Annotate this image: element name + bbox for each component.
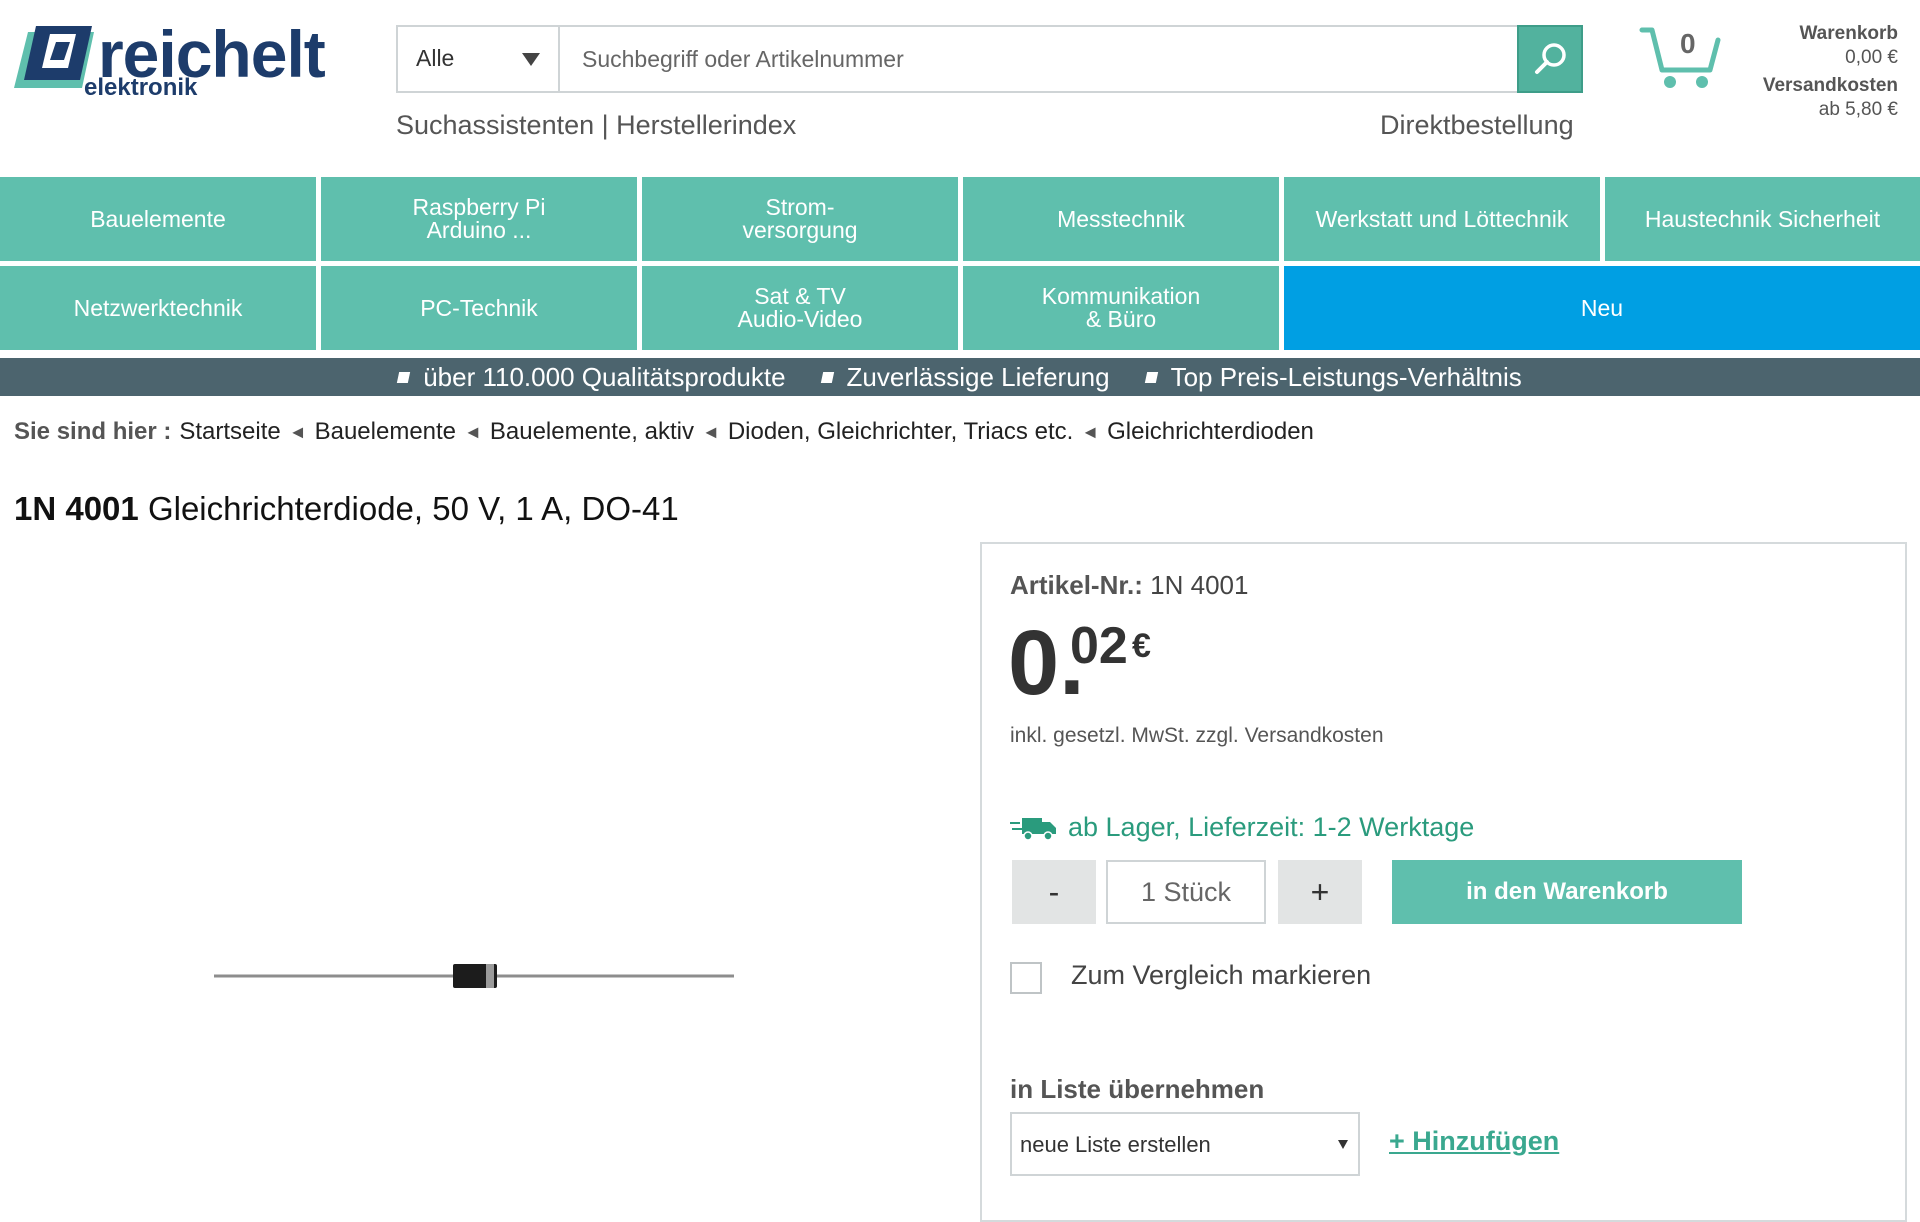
- category-raspberry-arduino[interactable]: Raspberry Pi Arduino ...: [321, 177, 637, 261]
- breadcrumb-item[interactable]: Startseite: [179, 418, 280, 446]
- product-image[interactable]: [210, 960, 740, 990]
- quantity-field[interactable]: 1 Stück: [1106, 860, 1266, 924]
- list-select[interactable]: neue Liste erstellen: [1010, 1112, 1360, 1176]
- usp-text: Zuverlässige Lieferung: [846, 361, 1110, 392]
- cart-label: Warenkorb: [1799, 23, 1898, 44]
- breadcrumb-item[interactable]: Dioden, Gleichrichter, Triacs etc.: [728, 418, 1073, 446]
- product-description: Gleichrichterdiode, 50 V, 1 A, DO-41: [147, 490, 679, 527]
- compare-label[interactable]: Zum Vergleich markieren: [1071, 960, 1371, 991]
- category-neu[interactable]: Neu: [1284, 266, 1920, 350]
- stock-text: ab Lager, Lieferzeit: 1-2 Werktage: [1068, 812, 1475, 842]
- category-stromversorgung[interactable]: Strom- versorgung: [642, 177, 958, 261]
- list-section-title: in Liste übernehmen: [1010, 1074, 1265, 1104]
- vat-note: inkl. gesetzl. MwSt. zzgl. Versandkosten: [1010, 724, 1384, 747]
- category-werkstatt[interactable]: Werkstatt und Löttechnik: [1284, 177, 1600, 261]
- search-category-label: Alle: [416, 45, 455, 71]
- bullet-icon: [397, 371, 411, 383]
- price-decimal: 02: [1070, 617, 1128, 675]
- usp-text: über 110.000 Qualitätsprodukte: [423, 361, 786, 392]
- list-select-value: neue Liste erstellen: [1020, 1132, 1211, 1157]
- quantity-increase-button[interactable]: +: [1278, 860, 1362, 924]
- product-code: 1N 4001: [14, 490, 139, 527]
- category-netzwerktechnik[interactable]: Netzwerktechnik: [0, 266, 316, 350]
- cart-total: 0,00 €: [1845, 47, 1898, 68]
- breadcrumb-lead: Sie sind hier :: [14, 418, 172, 445]
- link-divider: |: [601, 110, 609, 140]
- usp-text: Top Preis-Leistungs-Verhältnis: [1170, 361, 1522, 392]
- bullet-icon: [1144, 371, 1158, 383]
- category-sat-tv[interactable]: Sat & TV Audio-Video: [642, 266, 958, 350]
- article-number: Artikel-Nr.: 1N 4001: [1010, 570, 1248, 601]
- breadcrumb-item[interactable]: Gleichrichterdioden: [1107, 418, 1314, 446]
- cart-count-badge: 0: [1680, 28, 1696, 59]
- breadcrumb-item[interactable]: Bauelemente, aktiv: [490, 418, 694, 446]
- search-icon: [1535, 43, 1566, 74]
- arrow-left-icon: ◄: [701, 421, 720, 442]
- shipping-label: Versandkosten: [1762, 75, 1898, 96]
- link-search-assistants[interactable]: Suchassistenten: [396, 110, 594, 140]
- usp-bar: über 110.000 Qualitätsprodukte Zuverläss…: [0, 358, 1920, 396]
- usp-item: Zuverlässige Lieferung: [820, 361, 1110, 393]
- delivery-truck-icon: [1010, 817, 1056, 841]
- arrow-left-icon: ◄: [288, 421, 307, 442]
- category-pc-technik[interactable]: PC-Technik: [321, 266, 637, 350]
- reichelt-logo[interactable]: reichelt elektronik: [14, 18, 374, 104]
- add-to-cart-button[interactable]: in den Warenkorb: [1392, 860, 1742, 924]
- breadcrumb-item[interactable]: Bauelemente: [315, 418, 456, 446]
- search-category-select[interactable]: Alle: [398, 27, 560, 91]
- breadcrumb: Sie sind hier : Startseite ◄ Bauelemente…: [14, 418, 1314, 446]
- search-input[interactable]: [562, 27, 1512, 91]
- add-to-list-link[interactable]: + Hinzufügen: [1389, 1126, 1559, 1157]
- compare-checkbox[interactable]: [1010, 962, 1042, 994]
- article-number-value: 1N 4001: [1150, 570, 1249, 600]
- usp-item: Top Preis-Leistungs-Verhältnis: [1144, 361, 1522, 393]
- category-bauelemente[interactable]: Bauelemente: [0, 177, 316, 261]
- logo-subtitle: elektronik: [84, 74, 198, 101]
- usp-item: über 110.000 Qualitätsprodukte: [397, 361, 786, 393]
- search-bar: Alle: [396, 25, 1583, 93]
- quantity-decrease-button[interactable]: -: [1012, 860, 1096, 924]
- logo-mark-icon: [14, 26, 94, 88]
- category-haustechnik[interactable]: Haustechnik Sicherheit: [1605, 177, 1920, 261]
- chevron-down-icon: [522, 53, 540, 66]
- link-manufacturer-index[interactable]: Herstellerindex: [616, 110, 796, 140]
- category-kommunikation[interactable]: Kommunikation & Büro: [963, 266, 1279, 350]
- search-button[interactable]: [1517, 25, 1583, 93]
- link-direct-order[interactable]: Direktbestellung: [1380, 110, 1574, 141]
- category-messtechnik[interactable]: Messtechnik: [963, 177, 1279, 261]
- shipping-value: ab 5,80 €: [1818, 99, 1898, 120]
- bullet-icon: [820, 371, 834, 383]
- article-number-label: Artikel-Nr.:: [1010, 570, 1143, 600]
- chevron-down-icon: [1338, 1140, 1348, 1149]
- stock-status: ab Lager, Lieferzeit: 1-2 Werktage: [1010, 812, 1474, 843]
- arrow-left-icon: ◄: [464, 421, 482, 442]
- diode-image: [214, 964, 734, 988]
- search-helper-links: Suchassistenten | Herstellerindex: [396, 110, 796, 141]
- cart-summary[interactable]: Warenkorb 0,00 € Versandkosten ab 5,80 €: [1763, 22, 1898, 122]
- arrow-left-icon: ◄: [1081, 421, 1100, 442]
- price-currency: €: [1132, 627, 1151, 665]
- page-title: 1N 4001 Gleichrichterdiode, 50 V, 1 A, D…: [14, 490, 679, 528]
